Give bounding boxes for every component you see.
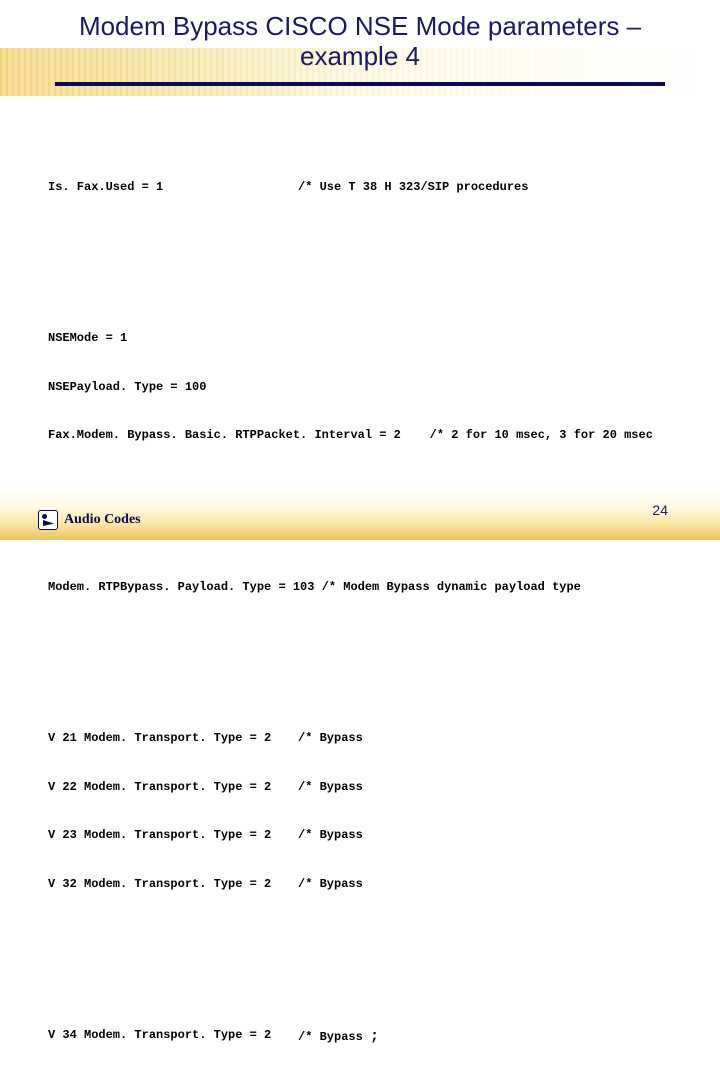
param-key: V 23 Modem. Transport. Type = 2 [48,827,298,843]
brand-logo: Audio Codes [38,510,141,530]
param-key: V 21 Modem. Transport. Type = 2 [48,730,298,746]
param-row: V 22 Modem. Transport. Type = 2/* Bypass [48,779,672,795]
semicolon: ; [370,1028,379,1045]
param-comment: /* Bypass [298,779,363,795]
content-area: Is. Fax.Used = 1 /* Use T 38 H 323/SIP p… [0,86,720,1080]
param-row: V 21 Modem. Transport. Type = 2/* Bypass [48,730,672,746]
param-line: NSEMode = 1 [48,330,672,346]
page-title: Modem Bypass CISCO NSE Mode parameters –… [0,0,720,76]
param-key: Fax.Modem. Bypass. Basic. RTPPacket. Int… [48,427,430,443]
logo-text: Audio Codes [64,512,141,528]
param-comment: /* Bypass [298,730,363,746]
logo-icon [38,510,58,530]
param-row: V 23 Modem. Transport. Type = 2/* Bypass [48,827,672,843]
param-comment: /* Bypass ; [298,1027,379,1047]
page-number: 24 [652,502,668,518]
param-key: Is. Fax.Used = 1 [48,179,298,195]
param-line: NSEPayload. Type = 100 [48,379,672,395]
param-row: Is. Fax.Used = 1 /* Use T 38 H 323/SIP p… [48,179,672,195]
param-row: V 32 Modem. Transport. Type = 2/* Bypass [48,876,672,892]
param-key: V 32 Modem. Transport. Type = 2 [48,876,298,892]
param-comment: /* Bypass [298,827,363,843]
param-row: Fax.Modem. Bypass. Basic. RTPPacket. Int… [48,427,672,443]
param-key: V 34 Modem. Transport. Type = 2 [48,1027,298,1047]
param-comment: /* Bypass [298,876,363,892]
param-comment: /* 2 for 10 msec, 3 for 20 msec [430,427,653,443]
param-line: Modem. RTPBypass. Payload. Type = 103 /*… [48,579,672,595]
param-key: V 22 Modem. Transport. Type = 2 [48,779,298,795]
param-comment: /* Use T 38 H 323/SIP procedures [298,179,528,195]
param-row: V 34 Modem. Transport. Type = 2 /* Bypas… [48,1027,672,1047]
